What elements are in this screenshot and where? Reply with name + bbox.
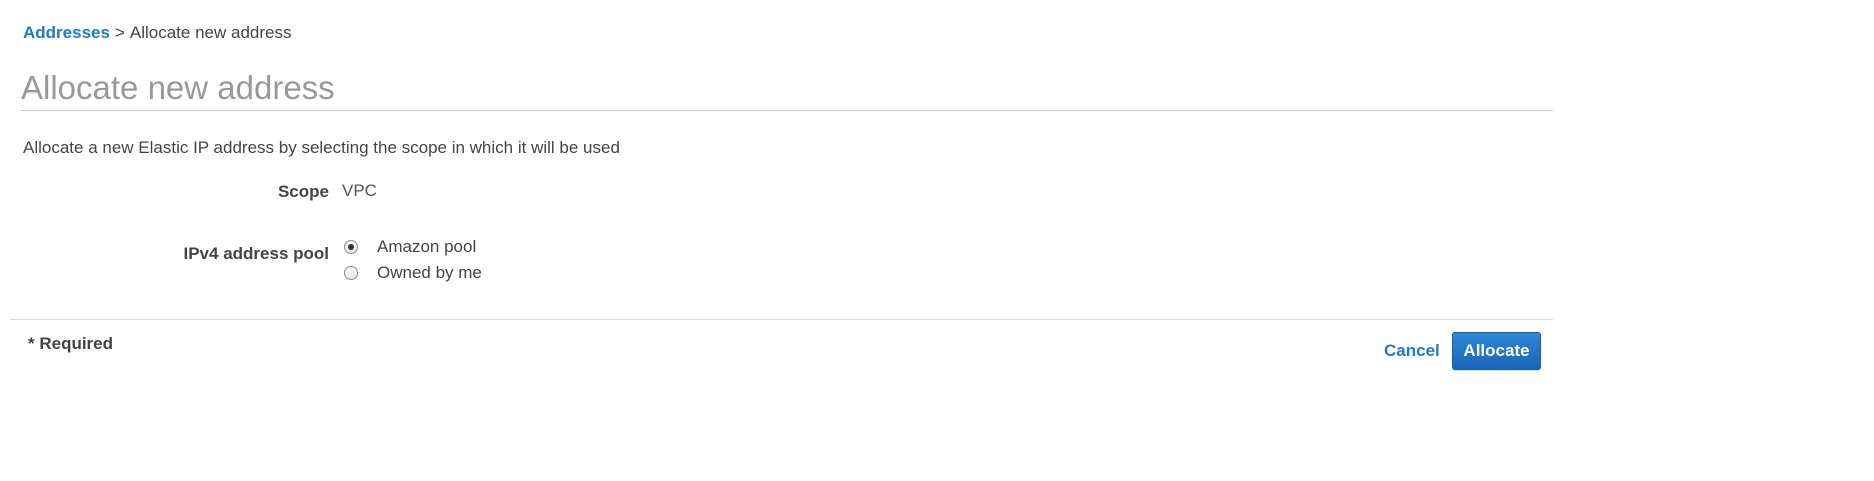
- scope-value: VPC: [342, 181, 377, 200]
- footer-divider: [10, 319, 1553, 320]
- radio-option-amazon-pool[interactable]: Amazon pool: [344, 237, 476, 257]
- radio-amazon-pool[interactable]: [344, 240, 358, 254]
- title-divider: [21, 110, 1553, 111]
- radio-owned-by-me[interactable]: [344, 266, 358, 280]
- ipv4-pool-label: IPv4 address pool: [183, 244, 330, 263]
- scope-label: Scope: [277, 182, 329, 201]
- breadcrumb: Addresses > Allocate new address: [23, 23, 291, 43]
- breadcrumb-current: Allocate new address: [129, 23, 292, 42]
- allocate-address-page: Addresses > Allocate new address Allocate …: [0, 0, 1874, 481]
- radio-label-amazon-pool: Amazon pool: [377, 237, 477, 256]
- page-title: Allocate new address: [21, 69, 335, 106]
- cancel-button[interactable]: Cancel: [1384, 341, 1440, 361]
- allocate-button[interactable]: Allocate: [1452, 332, 1541, 370]
- page-description: Allocate a new Elastic IP address by sel…: [23, 138, 620, 157]
- breadcrumb-separator: >: [114, 23, 125, 42]
- radio-option-owned-by-me[interactable]: Owned by me: [344, 263, 482, 283]
- breadcrumb-link-addresses[interactable]: Addresses: [23, 23, 110, 42]
- required-note: * Required: [28, 334, 114, 353]
- radio-label-owned-by-me: Owned by me: [377, 263, 482, 282]
